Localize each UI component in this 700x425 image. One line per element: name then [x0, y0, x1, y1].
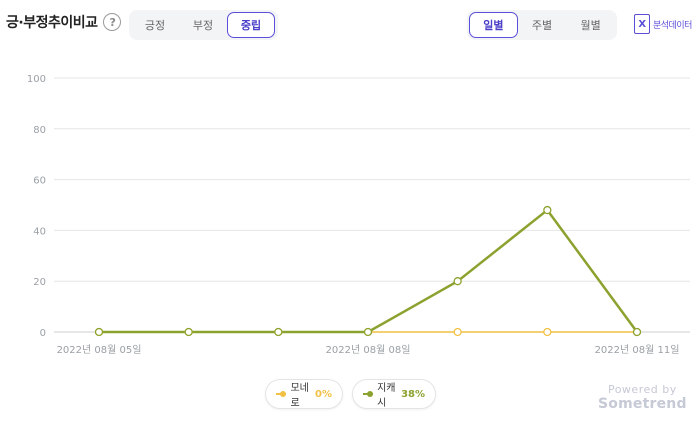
y-tick-label: 60	[33, 176, 46, 187]
data-point[interactable]	[184, 327, 193, 337]
x-tick-label: 2022년 08월 08일	[326, 344, 411, 356]
powered-by-sometrend: Powered by Sometrend	[598, 383, 687, 412]
legend-swatch-monero	[276, 390, 287, 398]
data-point[interactable]	[543, 327, 552, 337]
legend-item-zcash[interactable]: 지캐시 38%	[352, 379, 436, 409]
x-axis-labels: 2022년 08월 05일 2022년 08월 08일 2022년 08월 11일	[57, 344, 680, 356]
y-tick-label: 0	[40, 328, 46, 339]
data-point[interactable]	[274, 327, 283, 337]
y-tick-label: 80	[33, 125, 46, 136]
legend-swatch-zcash	[363, 390, 374, 398]
y-tick-label: 20	[33, 277, 46, 288]
series-line-1	[99, 208, 639, 334]
powered-by-label: Powered by	[607, 383, 677, 396]
series-lines	[94, 205, 642, 337]
y-axis-labels: 0 20 40 60 80 100	[27, 74, 46, 339]
data-point[interactable]	[363, 327, 373, 337]
legend-percent: 38%	[401, 388, 425, 400]
x-tick-label: 2022년 08월 11일	[595, 344, 680, 356]
legend-item-monero[interactable]: 모네로 0%	[265, 379, 343, 409]
line-chart: 020406080100 2022년 08월 05일 2022년 08월 08일 2…	[27, 74, 690, 356]
data-point[interactable]	[453, 327, 462, 337]
data-point[interactable]	[632, 327, 642, 337]
y-tick-label: 100	[27, 74, 46, 85]
data-point[interactable]	[94, 327, 104, 337]
y-tick-label: 40	[33, 226, 46, 237]
legend-name: 지캐시	[377, 383, 396, 409]
data-point[interactable]	[453, 277, 462, 286]
data-point[interactable]	[543, 205, 552, 215]
sometrend-logo: Sometrend	[598, 396, 687, 412]
legend-name: 모네로	[290, 383, 309, 409]
x-tick-label: 2022년 08월 05일	[57, 344, 142, 356]
grid-lines	[54, 77, 690, 333]
legend-percent: 0%	[315, 388, 332, 400]
